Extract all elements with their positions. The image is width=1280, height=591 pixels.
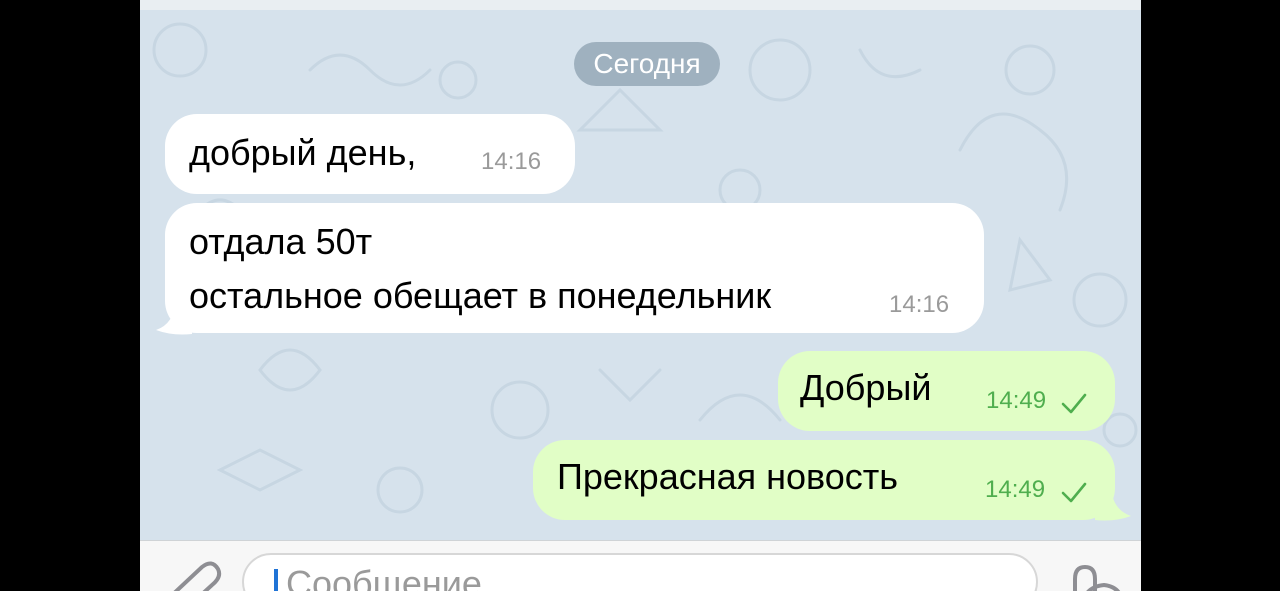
- message-text: Прекрасная новость: [557, 456, 898, 497]
- message-text: добрый день,: [189, 132, 417, 173]
- message-input-placeholder: Сообщение: [286, 563, 482, 591]
- top-divider: [140, 0, 1141, 10]
- message-time: 14:16: [889, 291, 950, 318]
- date-separator: Сегодня: [574, 42, 720, 86]
- message-time: 14:49: [986, 387, 1047, 414]
- message-input[interactable]: Сообщение: [242, 553, 1120, 591]
- message-bubble-incoming[interactable]: отдала 50т остальное обещает в понедельн…: [165, 203, 984, 333]
- message-bubble-outgoing[interactable]: Добрый 14:49: [778, 351, 1115, 431]
- check-icon: [1061, 482, 1087, 503]
- message-bubble-incoming[interactable]: добрый день, 14:16: [165, 114, 575, 194]
- bubble-tail: [1095, 488, 1131, 521]
- message-text: Добрый: [800, 367, 932, 408]
- microphone-icon[interactable]: [1070, 565, 1100, 591]
- message-bubble-outgoing[interactable]: Прекрасная новость 14:49: [533, 440, 1115, 520]
- message-composer: Сообщение: [140, 540, 1141, 591]
- paperclip-icon[interactable]: [162, 561, 222, 591]
- chat-screen: Сегодня добрый день, 14:16 отдала 50т ос…: [140, 0, 1141, 591]
- check-icon: [1061, 393, 1087, 414]
- message-text-line: остальное обещает в понедельник: [189, 275, 772, 316]
- message-time: 14:49: [985, 476, 1046, 503]
- text-caret: [274, 569, 278, 591]
- message-time: 14:16: [481, 148, 542, 175]
